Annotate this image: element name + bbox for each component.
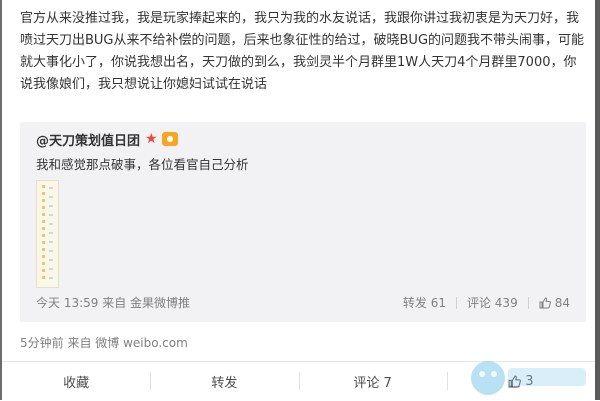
star-badge-icon: ★: [145, 131, 158, 147]
quoted-meta: 今天 13:59 来自 金果微博推: [36, 296, 191, 310]
like-button[interactable]: 3: [446, 362, 595, 401]
quoted-actions: 转发 61 评论 439 84: [403, 294, 570, 311]
quoted-author-row: @天刀策划值日团 ★: [36, 128, 179, 150]
divider: [455, 296, 457, 309]
vip-badge-icon: [162, 132, 179, 146]
quoted-like-count: 84: [554, 295, 570, 310]
like-count: 3: [525, 374, 534, 389]
quoted-comment-link[interactable]: 评论 439: [467, 294, 518, 311]
comment-label: 评论 7: [353, 376, 392, 391]
favorite-button[interactable]: 收藏: [2, 362, 150, 401]
quoted-like-button[interactable]: 84: [539, 296, 570, 310]
favorite-label: 收藏: [63, 376, 90, 391]
quoted-text: 我和感觉那点破事，各位看官自己分析: [36, 157, 249, 172]
thumbs-up-icon: [508, 375, 522, 388]
post-meta: 5分钟前 来自 微博 weibo.com: [20, 336, 188, 350]
quoted-repost-link[interactable]: 转发 61: [403, 294, 446, 311]
post-text: 官方从来没推过我，我是玩家捧起来的，我只为我的水友说话，我跟你讲过我初衷是为天刀…: [20, 11, 585, 92]
comment-button[interactable]: 评论 7: [298, 362, 447, 401]
weibo-post-card: 官方从来没推过我，我是玩家捧起来的，我只为我的水友说话，我跟你讲过我初衷是为天刀…: [0, 0, 600, 400]
quoted-post[interactable]: @天刀策划值日团 ★ 我和感觉那点破事，各位看官自己分析 今天 13:59 来自…: [20, 122, 586, 322]
action-bar: 收藏 转发 评论 7 3: [2, 361, 595, 401]
divider: [527, 296, 529, 309]
thumbs-up-icon: [539, 296, 551, 308]
quoted-author-link[interactable]: @天刀策划值日团: [36, 130, 140, 149]
quoted-image-thumbnail[interactable]: [36, 180, 59, 288]
repost-button[interactable]: 转发: [150, 362, 298, 401]
repost-label: 转发: [211, 376, 238, 391]
